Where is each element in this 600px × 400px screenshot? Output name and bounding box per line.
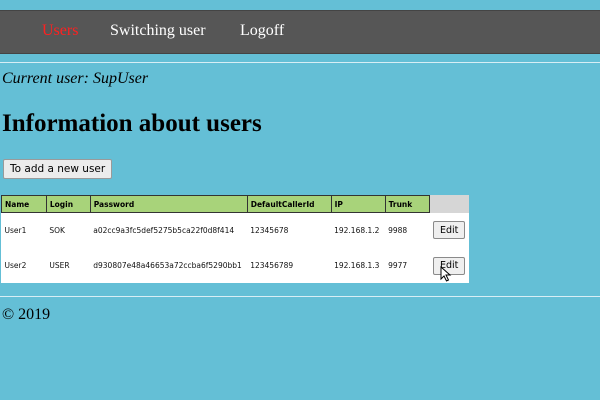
cell-password: d930807e48a46653a72ccba6f5290bb1	[93, 261, 242, 270]
nav-users[interactable]: Users	[42, 22, 78, 40]
nav-switching-user[interactable]: Switching user	[110, 22, 206, 40]
edit-user-button[interactable]: Edit	[432, 221, 466, 240]
column-header-default-caller-id: DefaultCallerId	[246, 195, 332, 213]
column-header-password: Password	[89, 195, 248, 213]
cell-ip: 192.168.1.3	[334, 261, 380, 270]
footer-divider	[0, 296, 600, 297]
top-divider	[0, 62, 600, 63]
cell-default-caller-id: 123456789	[250, 261, 294, 270]
cell-actions: Edit	[430, 213, 469, 249]
current-user-label: Current user: SupUser	[2, 70, 149, 87]
nav-logoff[interactable]: Logoff	[240, 22, 284, 40]
mouse-cursor-icon	[440, 266, 452, 282]
column-header-trunk: Trunk	[384, 195, 431, 213]
column-header-ip: IP	[330, 195, 386, 213]
cell-login: USER	[49, 261, 70, 270]
add-user-button[interactable]: To add a new user	[3, 159, 113, 179]
cell-login: SOK	[49, 226, 65, 235]
cell-trunk: 9977	[388, 261, 408, 270]
copyright-footer: © 2019	[2, 306, 51, 323]
cell-ip: 192.168.1.2	[334, 226, 380, 235]
column-header-login: Login	[45, 195, 91, 213]
table-header-row: Name Login Password DefaultCallerId IP T…	[1, 195, 470, 213]
page-title: Information about users	[2, 110, 262, 137]
cell-name: User1	[4, 226, 27, 235]
column-header-name: Name	[1, 195, 47, 213]
users-table: Name Login Password DefaultCallerId IP T…	[1, 195, 469, 283]
cell-name: User2	[4, 261, 27, 270]
cell-default-caller-id: 12345678	[250, 226, 289, 235]
top-navbar: Users Switching user Logoff	[0, 10, 600, 54]
column-header-actions	[430, 196, 469, 213]
cell-trunk: 9988	[388, 226, 408, 235]
users-table-container: Name Login Password DefaultCallerId IP T…	[1, 195, 469, 283]
table-row: User1 SOK a02cc9a3fc5def5275b5ca22f0d8f4…	[2, 213, 470, 249]
table-row: User2 USER d930807e48a46653a72ccba6f5290…	[2, 248, 470, 283]
cell-password: a02cc9a3fc5def5275b5ca22f0d8f414	[93, 226, 235, 235]
